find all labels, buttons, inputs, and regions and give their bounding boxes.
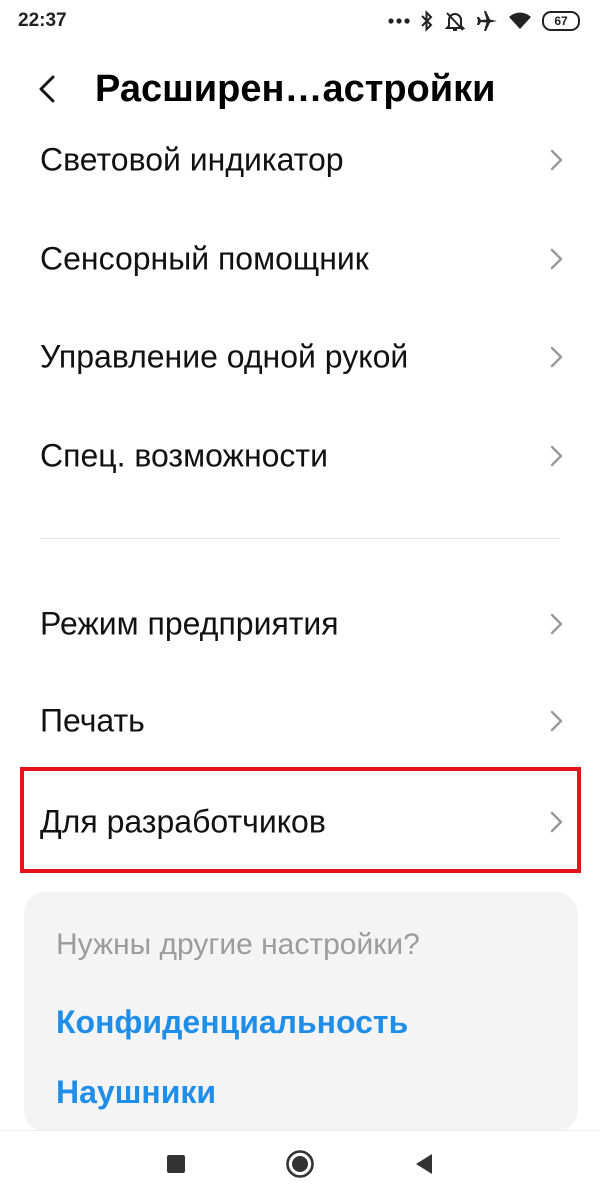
status-time: 22:37: [18, 10, 67, 31]
back-button[interactable]: [24, 68, 70, 114]
airplane-icon: [476, 10, 498, 32]
settings-item-label: Режим предприятия: [40, 605, 339, 642]
chevron-right-icon: [548, 444, 564, 468]
more-dots-icon: [388, 17, 410, 25]
settings-item-accessibility[interactable]: Спец. возможности: [0, 408, 600, 504]
suggestion-link-headphones[interactable]: Наушники: [56, 1074, 216, 1111]
bluetooth-icon: [420, 10, 434, 32]
suggestions-card: Нужны другие настройки? Конфиденциальнос…: [24, 892, 578, 1132]
settings-item-enterprise-mode[interactable]: Режим предприятия: [0, 576, 600, 672]
settings-item-label: Спец. возможности: [40, 437, 328, 474]
settings-item-touch-assistant[interactable]: Сенсорный помощник: [0, 211, 600, 307]
chevron-right-icon: [548, 709, 564, 733]
settings-item-label: Световой индикатор: [40, 141, 344, 178]
settings-item-label: Управление одной рукой: [40, 338, 409, 375]
section-divider: [40, 538, 560, 539]
chevron-right-icon: [548, 148, 564, 172]
wifi-icon: [508, 11, 532, 31]
chevron-right-icon: [548, 247, 564, 271]
settings-item-one-handed-mode[interactable]: Управление одной рукой: [0, 309, 600, 405]
navigation-bar: [0, 1130, 600, 1200]
settings-item-label: Сенсорный помощник: [40, 240, 369, 277]
back-nav-button[interactable]: [409, 1151, 439, 1181]
status-icons: 67: [388, 8, 580, 34]
home-button[interactable]: [285, 1149, 315, 1184]
suggestions-title: Нужны другие настройки?: [56, 928, 420, 961]
battery-icon: 67: [542, 11, 580, 31]
home-icon: [285, 1149, 315, 1184]
page-title: Расширен…астройки: [95, 68, 496, 110]
suggestion-link-privacy[interactable]: Конфиденциальность: [56, 1004, 408, 1041]
recent-apps-icon: [166, 1154, 186, 1179]
chevron-right-icon: [548, 345, 564, 369]
recent-apps-button[interactable]: [161, 1151, 191, 1181]
settings-item-label: Печать: [40, 702, 145, 739]
highlight-box: [20, 767, 581, 873]
settings-item-light-indicator[interactable]: Световой индикатор: [0, 112, 600, 208]
back-triangle-icon: [414, 1153, 434, 1180]
chevron-left-icon: [38, 75, 56, 108]
settings-item-printing[interactable]: Печать: [0, 673, 600, 769]
bell-muted-icon: [444, 10, 466, 32]
chevron-right-icon: [548, 612, 564, 636]
status-bar: 22:37 67: [0, 0, 600, 44]
